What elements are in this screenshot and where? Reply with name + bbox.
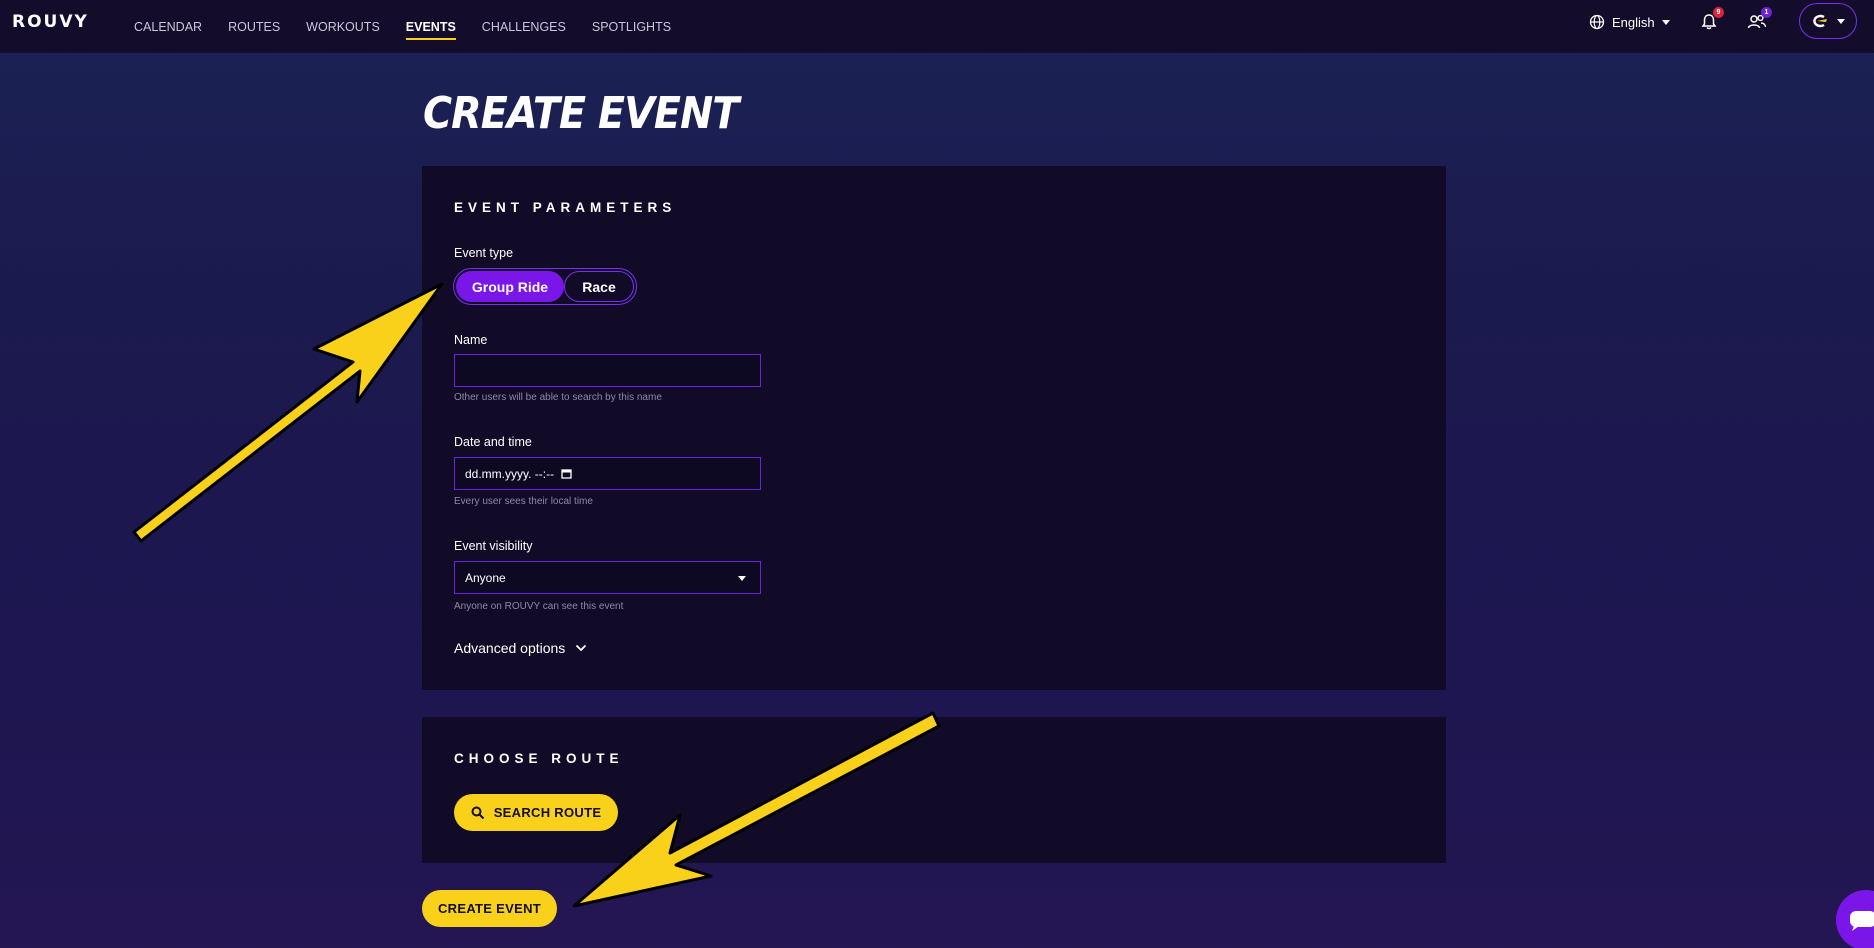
event-type-race[interactable]: Race (564, 271, 634, 302)
name-label: Name (454, 333, 488, 347)
name-hint: Other users will be able to search by th… (454, 392, 662, 403)
top-navigation-bar: ROUVY CALENDAR ROUTES WORKOUTS EVENTS CH… (0, 0, 1874, 53)
name-input[interactable] (454, 354, 761, 387)
event-type-toggle: Group Ride Race (453, 268, 637, 305)
calendar-icon (561, 469, 572, 479)
chevron-down-icon (576, 644, 587, 652)
notification-count-badge: 9 (1713, 7, 1724, 18)
section-title-event-parameters: EVENT PARAMETERS (454, 200, 677, 215)
chat-widget-button[interactable] (1836, 890, 1874, 948)
search-route-label: SEARCH ROUTE (493, 805, 602, 820)
choose-route-card: CHOOSE ROUTE SEARCH ROUTE (422, 717, 1446, 863)
nav-item-challenges[interactable]: CHALLENGES (482, 0, 566, 53)
friends-count-badge: 1 (1761, 7, 1772, 18)
notifications-button[interactable]: 9 (1697, 7, 1724, 34)
nav-item-events[interactable]: EVENTS (405, 0, 456, 53)
nav-item-workouts[interactable]: WORKOUTS (306, 0, 380, 53)
page-title: CREATE EVENT (423, 88, 739, 139)
annotation-arrow-upper (132, 282, 444, 543)
avatar (1813, 14, 1827, 28)
event-visibility-label: Event visibility (454, 539, 533, 553)
date-time-label: Date and time (454, 435, 532, 449)
rouvy-logo[interactable]: ROUVY (12, 12, 89, 32)
globe-icon (1589, 14, 1605, 30)
chevron-down-icon (738, 576, 746, 581)
advanced-options-label: Advanced options (454, 640, 566, 656)
chat-icon (1850, 911, 1874, 931)
language-label: English (1612, 14, 1655, 30)
event-visibility-hint: Anyone on ROUVY can see this event (454, 601, 624, 612)
search-route-button[interactable]: SEARCH ROUTE (454, 794, 618, 831)
profile-menu-button[interactable] (1799, 3, 1857, 39)
language-selector[interactable]: English (1589, 12, 1670, 32)
nav-item-calendar[interactable]: CALENDAR (134, 0, 202, 53)
advanced-options-toggle[interactable]: Advanced options (454, 640, 587, 656)
nav-item-routes[interactable]: ROUTES (228, 0, 280, 53)
search-icon (471, 806, 484, 819)
event-visibility-select[interactable]: Anyone (454, 561, 761, 594)
event-type-group-ride[interactable]: Group Ride (456, 271, 564, 302)
section-title-choose-route: CHOOSE ROUTE (454, 751, 624, 766)
date-time-input[interactable]: dd.mm.yyyy. --:-- (454, 457, 761, 490)
nav-item-spotlights[interactable]: SPOTLIGHTS (592, 0, 671, 53)
event-parameters-card: EVENT PARAMETERS Event type Group Ride R… (422, 166, 1446, 690)
date-time-placeholder: dd.mm.yyyy. --:-- (465, 466, 555, 481)
create-event-button[interactable]: CREATE EVENT (422, 890, 557, 927)
event-type-label: Event type (454, 246, 514, 260)
main-nav: CALENDAR ROUTES WORKOUTS EVENTS CHALLENG… (134, 0, 697, 53)
friends-button[interactable]: 1 (1745, 7, 1772, 34)
chevron-down-icon (1837, 18, 1845, 24)
event-visibility-value: Anyone (465, 570, 506, 585)
chevron-down-icon (1661, 19, 1670, 25)
date-time-hint: Every user sees their local time (454, 496, 593, 507)
